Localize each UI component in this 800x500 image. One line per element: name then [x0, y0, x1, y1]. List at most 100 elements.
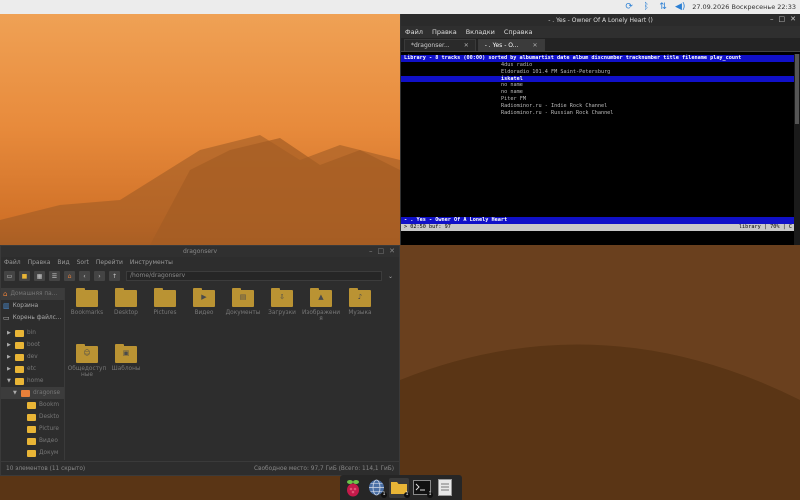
tree-node[interactable]: ▶ etc: [1, 363, 64, 375]
folder-item[interactable]: Bookmarks: [67, 288, 107, 316]
file-manager-titlebar[interactable]: dragonserv – □ ✕: [1, 246, 399, 257]
tree-node[interactable]: ▶ boot: [1, 339, 64, 351]
place-trash[interactable]: ▥ Корзина: [1, 300, 64, 312]
track-item[interactable]: Radiominor.ru - Indie Rock Channel: [401, 103, 795, 110]
bluetooth-icon[interactable]: ᛒ: [641, 2, 651, 12]
track-item[interactable]: Eldoradio 101.4 FM Saint-Petersburg: [401, 69, 795, 76]
path-dropdown-icon[interactable]: ⌄: [388, 273, 393, 280]
expand-arrow-icon[interactable]: ▼: [13, 390, 18, 396]
menu-file[interactable]: Файл: [4, 259, 21, 266]
maximize-icon[interactable]: □: [779, 15, 786, 23]
terminal-icon[interactable]: 1: [412, 478, 433, 498]
free-space: Свободное место: 97,7 ГиБ (Всего: 114,1 …: [254, 465, 394, 472]
minimize-icon[interactable]: –: [369, 247, 373, 255]
menu-tabs[interactable]: Вкладки: [466, 28, 495, 36]
menu-go[interactable]: Перейти: [96, 259, 123, 266]
maximize-icon[interactable]: □: [378, 247, 385, 255]
folder-emblem-icon: ▣: [122, 349, 130, 357]
tab-label: - . Yes - O...: [484, 42, 519, 49]
folder-icon: [15, 365, 24, 373]
terminal-tab-active[interactable]: - . Yes - O... ✕: [477, 39, 545, 51]
tree-node[interactable]: ▼ dragonse: [1, 387, 64, 399]
folder-item[interactable]: ♪ Музыка: [340, 288, 380, 316]
menu-file[interactable]: Файл: [405, 28, 423, 36]
raspberry-menu-icon[interactable]: [343, 478, 363, 498]
folder-item[interactable]: ☺ Общедоступные: [67, 344, 107, 378]
back-icon[interactable]: ‹: [79, 271, 90, 281]
folder-item[interactable]: Desktop: [106, 288, 146, 316]
menu-edit[interactable]: Правка: [28, 259, 51, 266]
sync-icon[interactable]: ⟳: [624, 2, 634, 12]
place-root[interactable]: ▭ Корень файлс...: [1, 312, 64, 324]
trash-icon: ▥: [3, 302, 10, 310]
track-item[interactable]: Piter FM: [401, 96, 795, 103]
expand-arrow-icon[interactable]: ▼: [7, 378, 12, 384]
icon-view-icon[interactable]: ▦: [34, 271, 45, 281]
expand-arrow-icon[interactable]: ▶: [7, 330, 12, 336]
tree-node[interactable]: Видео: [1, 435, 64, 447]
path-field[interactable]: /home/dragonserv: [126, 271, 382, 281]
close-tab-icon[interactable]: ✕: [533, 42, 538, 49]
folder-icon: [15, 377, 24, 385]
close-icon[interactable]: ✕: [790, 15, 796, 23]
close-icon[interactable]: ✕: [389, 247, 395, 255]
folder-item[interactable]: ⇩ Загрузки: [262, 288, 302, 316]
forward-icon[interactable]: ›: [94, 271, 105, 281]
menu-edit[interactable]: Правка: [432, 28, 457, 36]
cmus-screen[interactable]: Library - 8 tracks (00:00) sorted by alb…: [401, 54, 795, 245]
item-count: 10 элементов (11 скрыто): [6, 465, 86, 472]
folder-item[interactable]: ▤ Документы: [223, 288, 263, 316]
terminal-titlebar[interactable]: - . Yes - Owner Of A Lonely Heart () – □…: [401, 14, 800, 26]
expand-arrow-icon[interactable]: ▶: [7, 366, 12, 372]
terminal-title: - . Yes - Owner Of A Lonely Heart (): [548, 16, 653, 24]
tree-node[interactable]: Bookm: [1, 399, 64, 411]
folder-item[interactable]: ▶ Видео: [184, 288, 224, 316]
terminal-tab[interactable]: *dragonser... ✕: [404, 39, 476, 51]
view-status: library | 70% | C: [738, 224, 792, 230]
folder-item[interactable]: Pictures: [145, 288, 185, 316]
track-item[interactable]: no name: [401, 82, 795, 89]
place-home[interactable]: ⌂ Домашняя па...: [1, 288, 64, 300]
track-item[interactable]: 4dus radio: [401, 62, 795, 69]
file-manager-toolbar: ▭ ■ ▦ ☰ ⌂ ‹ › ↑ /home/dragonserv ⌄: [1, 268, 399, 284]
folder-item[interactable]: ▣ Шаблоны: [106, 344, 146, 372]
new-folder-icon[interactable]: ■: [19, 271, 30, 281]
terminal-tabbar: *dragonser... ✕ - . Yes - O... ✕: [401, 38, 800, 52]
folder-item[interactable]: ▲ Изображения: [301, 288, 341, 322]
home-icon[interactable]: ⌂: [64, 271, 75, 281]
track-item[interactable]: Radiominor.ru - Russian Rock Channel: [401, 110, 795, 117]
browser-globe-icon[interactable]: 1: [366, 478, 387, 498]
list-view-icon[interactable]: ☰: [49, 271, 60, 281]
folder-label: Изображения: [301, 310, 341, 322]
file-manager-icon[interactable]: 1: [389, 477, 410, 498]
up-icon[interactable]: ↑: [109, 271, 120, 281]
track-item[interactable]: no name: [401, 89, 795, 96]
tree-node[interactable]: ▶ dev: [1, 351, 64, 363]
panel-clock[interactable]: 27.09.2026 Воскресенье 22:33: [692, 3, 796, 11]
tree-node[interactable]: Докум: [1, 447, 64, 459]
folder-emblem-icon: ▶: [201, 293, 207, 301]
terminal-scrollbar[interactable]: [794, 54, 800, 245]
tree-label: Deskto: [39, 414, 60, 420]
track-item[interactable]: iskatel: [401, 75, 795, 83]
tree-node[interactable]: Picture: [1, 423, 64, 435]
network-arrows-icon[interactable]: ⇅: [658, 2, 668, 12]
folder-label: Музыка: [348, 310, 372, 316]
volume-icon[interactable]: ◀): [675, 2, 685, 12]
new-window-icon[interactable]: ▭: [4, 271, 15, 281]
file-grid: Bookmarks Desktop Pictures ▶ Видео ▤ Документы…: [67, 288, 399, 460]
menu-sort[interactable]: Sort: [77, 259, 89, 266]
expand-arrow-icon[interactable]: ▶: [7, 354, 12, 360]
tree-node[interactable]: ▶ bin: [1, 327, 64, 339]
expand-arrow-icon[interactable]: ▶: [7, 342, 12, 348]
tree-node[interactable]: ▼ home: [1, 375, 64, 387]
close-tab-icon[interactable]: ✕: [464, 42, 469, 49]
menu-help[interactable]: Справка: [504, 28, 533, 36]
menu-view[interactable]: Вид: [57, 259, 69, 266]
minimize-icon[interactable]: –: [770, 15, 774, 23]
folder-label: Документы: [225, 310, 261, 316]
menu-tools[interactable]: Инструменты: [130, 259, 173, 266]
text-editor-icon[interactable]: [435, 478, 455, 498]
tree-node[interactable]: Deskto: [1, 411, 64, 423]
folder-label: Bookmarks: [70, 310, 104, 316]
